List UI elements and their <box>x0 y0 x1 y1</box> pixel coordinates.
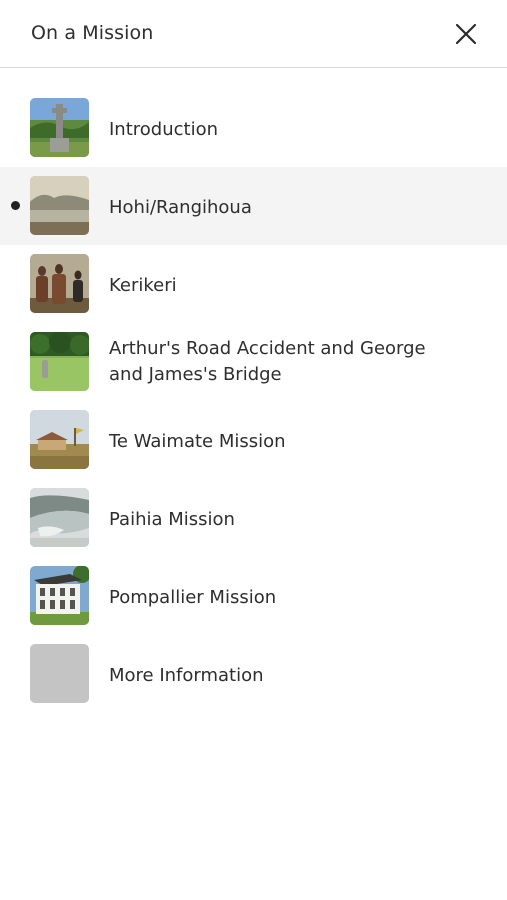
close-icon <box>455 23 477 45</box>
coastline-painting-thumbnail <box>30 488 89 547</box>
figures-painting-thumbnail <box>30 254 89 313</box>
building-photo-thumbnail <box>30 566 89 625</box>
placeholder-thumbnail <box>30 644 89 703</box>
list-item-label: Te Waimate Mission <box>109 431 286 452</box>
list-item-more-information[interactable]: More Information <box>0 635 507 713</box>
list-item-pompallier-mission[interactable]: Pompallier Mission <box>0 557 507 635</box>
chapter-list: Introduction Hohi/Rangihoua Kerikeri Art… <box>0 89 507 713</box>
monument-thumbnail <box>30 98 89 157</box>
list-item-label: Introduction <box>109 119 219 140</box>
list-item-label: More Information <box>109 665 264 686</box>
list-item-label: Hohi/Rangihoua <box>109 197 252 218</box>
list-item-kerikeri[interactable]: Kerikeri <box>0 245 507 323</box>
list-item-label: Arthur's Road Accident and George and Ja… <box>109 338 426 385</box>
list-item-label: Paihia Mission <box>109 509 235 530</box>
list-item-introduction[interactable]: Introduction <box>0 89 507 167</box>
list-item-paihia-mission[interactable]: Paihia Mission <box>0 479 507 557</box>
bay-painting-thumbnail <box>30 176 89 235</box>
active-indicator-dot <box>11 201 20 210</box>
menu-title: On a Mission <box>31 22 154 44</box>
list-item-te-waimate-mission[interactable]: Te Waimate Mission <box>0 401 507 479</box>
close-button[interactable] <box>450 18 482 50</box>
list-item-label: Kerikeri <box>109 275 177 296</box>
mission-house-thumbnail <box>30 410 89 469</box>
menu-header: On a Mission <box>0 0 507 68</box>
list-item-hohi-rangihoua[interactable]: Hohi/Rangihoua <box>0 167 507 245</box>
field-photo-thumbnail <box>30 332 89 391</box>
list-item-label: Pompallier Mission <box>109 587 277 608</box>
list-item-arthurs-road[interactable]: Arthur's Road Accident and George and Ja… <box>0 323 507 401</box>
